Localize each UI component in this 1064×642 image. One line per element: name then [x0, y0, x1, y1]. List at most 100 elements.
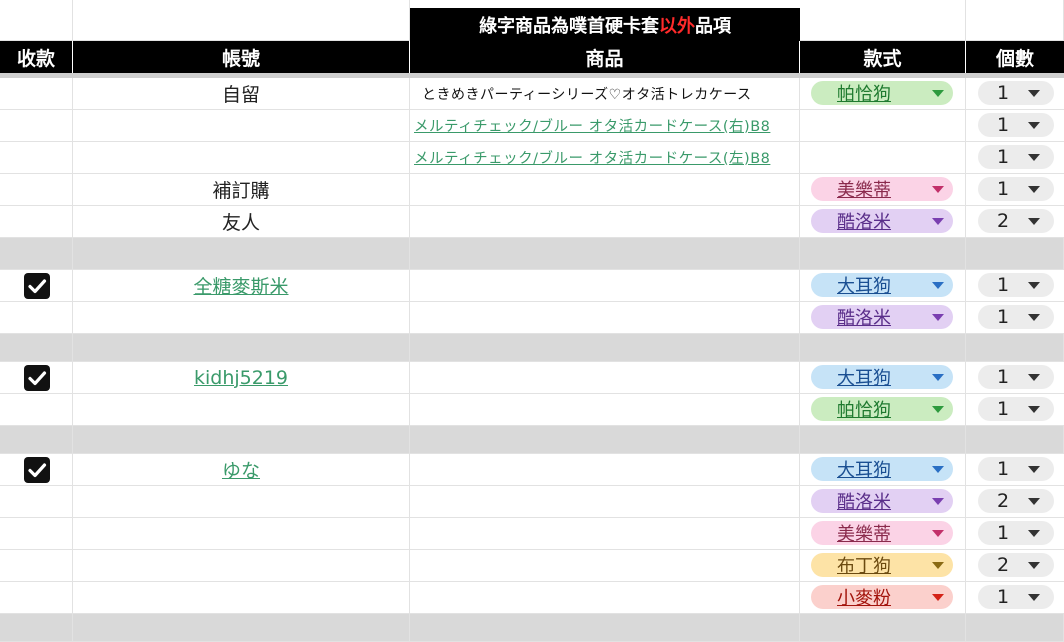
spacer-cell[interactable]	[800, 334, 966, 362]
qty-dropdown[interactable]: 1	[978, 273, 1054, 297]
qty-dropdown[interactable]: 1	[978, 305, 1054, 329]
header-paid[interactable]: 收款	[0, 41, 73, 73]
spacer-cell[interactable]	[0, 334, 73, 362]
spacer-cell[interactable]	[966, 426, 1064, 454]
qty-dropdown[interactable]: 1	[978, 365, 1054, 389]
style-cell[interactable]	[800, 142, 966, 174]
qty-dropdown[interactable]: 1	[978, 457, 1054, 481]
spacer-cell[interactable]	[73, 238, 410, 270]
blank-cell[interactable]	[0, 0, 73, 41]
account-cell[interactable]	[73, 142, 410, 174]
header-product[interactable]: 商品	[410, 41, 800, 73]
qty-dropdown[interactable]: 1	[978, 397, 1054, 421]
paid-cell[interactable]	[0, 550, 73, 582]
spacer-cell[interactable]	[73, 334, 410, 362]
checkbox-checked-icon[interactable]	[24, 273, 50, 299]
style-dropdown[interactable]: 酷洛米	[811, 305, 953, 329]
paid-cell[interactable]	[0, 174, 73, 206]
paid-cell[interactable]	[0, 206, 73, 238]
product-cell[interactable]	[410, 582, 800, 614]
spacer-cell[interactable]	[0, 426, 73, 454]
spacer-cell[interactable]	[800, 614, 966, 642]
checkbox-checked-icon[interactable]	[24, 457, 50, 483]
qty-dropdown[interactable]: 1	[978, 113, 1054, 137]
spacer-cell[interactable]	[0, 614, 73, 642]
product-cell[interactable]: ときめきパーティーシリーズ♡オタ活トレカケース	[410, 78, 800, 110]
product-cell[interactable]	[410, 394, 800, 426]
account-cell[interactable]	[73, 582, 410, 614]
qty-dropdown[interactable]: 1	[978, 81, 1054, 105]
product-cell[interactable]	[410, 486, 800, 518]
product-cell[interactable]	[410, 270, 800, 302]
spacer-cell[interactable]	[966, 238, 1064, 270]
style-dropdown[interactable]: 酷洛米	[811, 489, 953, 513]
account-cell[interactable]: 補訂購	[73, 174, 410, 206]
product-cell[interactable]	[410, 174, 800, 206]
qty-dropdown[interactable]: 2	[978, 209, 1054, 233]
qty-dropdown[interactable]: 1	[978, 585, 1054, 609]
account-cell[interactable]: 全糖麥斯米	[73, 270, 410, 302]
style-dropdown[interactable]: 布丁狗	[811, 553, 953, 577]
spacer-cell[interactable]	[410, 238, 800, 270]
style-cell[interactable]	[800, 110, 966, 142]
checkbox-checked-icon[interactable]	[24, 365, 50, 391]
style-dropdown[interactable]: 美樂蒂	[811, 521, 953, 545]
style-dropdown[interactable]: 大耳狗	[811, 273, 953, 297]
style-dropdown[interactable]: 帕恰狗	[811, 397, 953, 421]
style-dropdown[interactable]: 美樂蒂	[811, 177, 953, 201]
blank-cell[interactable]	[800, 0, 966, 41]
header-style[interactable]: 款式	[800, 41, 966, 73]
spacer-cell[interactable]	[410, 334, 800, 362]
qty-dropdown[interactable]: 2	[978, 553, 1054, 577]
qty-dropdown[interactable]: 1	[978, 177, 1054, 201]
account-cell[interactable]	[73, 110, 410, 142]
account-cell[interactable]	[73, 486, 410, 518]
spacer-cell[interactable]	[800, 426, 966, 454]
account-cell[interactable]: 自留	[73, 78, 410, 110]
account-cell[interactable]	[73, 394, 410, 426]
header-qty[interactable]: 個數	[966, 41, 1064, 73]
product-cell[interactable]: メルティチェック/ブルー オタ活カードケース(左)B8	[410, 142, 800, 174]
spacer-cell[interactable]	[410, 426, 800, 454]
paid-cell[interactable]	[0, 486, 73, 518]
product-cell[interactable]	[410, 206, 800, 238]
style-dropdown[interactable]: 小麥粉	[811, 585, 953, 609]
product-cell[interactable]	[410, 518, 800, 550]
product-cell[interactable]	[410, 302, 800, 334]
account-cell[interactable]: kidhj5219	[73, 362, 410, 394]
spacer-cell[interactable]	[966, 334, 1064, 362]
product-cell[interactable]	[410, 362, 800, 394]
product-cell[interactable]	[410, 550, 800, 582]
qty-dropdown[interactable]: 1	[978, 145, 1054, 169]
blank-cell[interactable]	[966, 0, 1064, 41]
style-dropdown[interactable]: 大耳狗	[811, 365, 953, 389]
qty-dropdown[interactable]: 1	[978, 521, 1054, 545]
paid-cell[interactable]	[0, 394, 73, 426]
account-cell[interactable]: ゆな	[73, 454, 410, 486]
paid-cell[interactable]	[0, 110, 73, 142]
paid-cell[interactable]	[0, 302, 73, 334]
style-dropdown[interactable]: 帕恰狗	[811, 81, 953, 105]
product-cell[interactable]	[410, 454, 800, 486]
paid-cell[interactable]	[0, 78, 73, 110]
account-cell[interactable]	[73, 518, 410, 550]
paid-cell[interactable]	[0, 582, 73, 614]
qty-value: 1	[997, 274, 1010, 296]
style-dropdown[interactable]: 大耳狗	[811, 457, 953, 481]
paid-cell[interactable]	[0, 518, 73, 550]
spacer-cell[interactable]	[800, 238, 966, 270]
account-cell[interactable]: 友人	[73, 206, 410, 238]
blank-cell[interactable]	[73, 0, 410, 41]
qty-dropdown[interactable]: 2	[978, 489, 1054, 513]
spacer-cell[interactable]	[0, 238, 73, 270]
account-cell[interactable]	[73, 550, 410, 582]
spacer-cell[interactable]	[73, 614, 410, 642]
paid-cell[interactable]	[0, 142, 73, 174]
account-cell[interactable]	[73, 302, 410, 334]
style-dropdown[interactable]: 酷洛米	[811, 209, 953, 233]
spacer-cell[interactable]	[73, 426, 410, 454]
header-account[interactable]: 帳號	[73, 41, 410, 73]
spacer-cell[interactable]	[966, 614, 1064, 642]
product-cell[interactable]: メルティチェック/ブルー オタ活カードケース(右)B8	[410, 110, 800, 142]
spacer-cell[interactable]	[410, 614, 800, 642]
